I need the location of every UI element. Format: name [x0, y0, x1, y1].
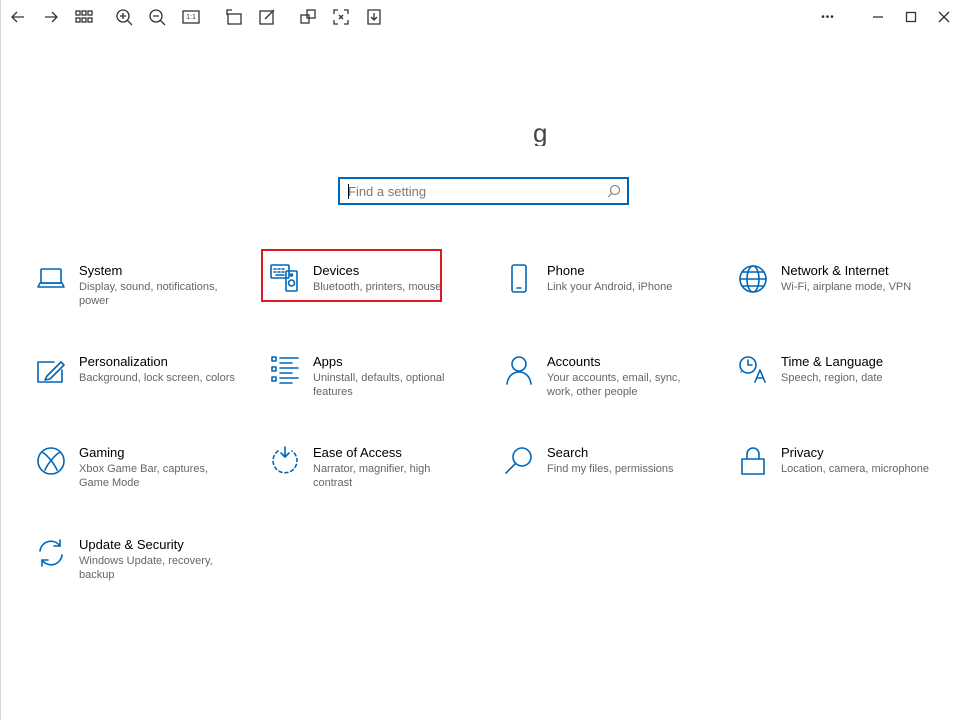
- maximize-icon: [905, 11, 917, 23]
- grid-view-button[interactable]: [71, 4, 97, 30]
- tile-description: Windows Update, recovery, backup: [79, 555, 213, 581]
- settings-window: 1:1 ••• g Find a setting System Display,…: [0, 0, 959, 720]
- tile-description: Uninstall, defaults, optional features: [313, 372, 445, 398]
- tile-title: Ease of Access: [313, 445, 402, 460]
- tile-title: Accounts: [547, 354, 601, 369]
- tile-description: Xbox Game Bar, captures, Game Mode: [79, 463, 209, 489]
- tile-description: Background, lock screen, colors: [79, 372, 235, 384]
- xbox-icon: [35, 445, 67, 477]
- download-icon: [367, 9, 381, 25]
- search-icon: [503, 445, 535, 477]
- tile-description: Speech, region, date: [781, 372, 883, 384]
- tile-description: Location, camera, microphone: [781, 463, 929, 475]
- crop-button[interactable]: [328, 4, 354, 30]
- tile-update-security[interactable]: Update & Security Windows Update, recove…: [35, 537, 235, 597]
- tile-description: Your accounts, email, sync, work, other …: [547, 372, 681, 398]
- person-icon: [503, 354, 535, 386]
- tile-ease-of-access[interactable]: Ease of Access Narrator, magnifier, high…: [269, 445, 469, 505]
- page-title: g: [533, 124, 548, 146]
- tile-system[interactable]: System Display, sound, notifications, po…: [35, 263, 235, 323]
- tile-description: Bluetooth, printers, mouse: [313, 281, 442, 293]
- more-options-button[interactable]: •••: [815, 4, 841, 30]
- edit-icon: [259, 9, 275, 25]
- tile-title: Phone: [547, 263, 585, 278]
- tile-devices[interactable]: Devices Bluetooth, printers, mouse: [269, 263, 469, 323]
- actual-size-label: 1:1: [186, 13, 196, 21]
- tile-phone[interactable]: Phone Link your Android, iPhone: [503, 263, 703, 323]
- tile-title: Update & Security: [79, 537, 184, 552]
- tile-description: Link your Android, iPhone: [547, 281, 673, 293]
- lock-icon: [737, 445, 769, 477]
- actual-size-button[interactable]: 1:1: [178, 4, 204, 30]
- globe-icon: [737, 263, 769, 295]
- search-input[interactable]: [348, 182, 598, 200]
- tile-description: Narrator, magnifier, high contrast: [313, 463, 431, 489]
- ease-of-access-icon: [269, 445, 301, 477]
- tile-title: Time & Language: [781, 354, 884, 369]
- tile-title: Personalization: [79, 354, 168, 369]
- minimize-icon: [873, 16, 883, 18]
- grid-view-icon: [75, 10, 93, 23]
- tile-gaming[interactable]: Gaming Xbox Game Bar, captures, Game Mod…: [35, 445, 235, 505]
- zoom-out-button[interactable]: [144, 4, 170, 30]
- laptop-icon: [35, 263, 67, 295]
- tile-description: Display, sound, notifications, power: [79, 281, 218, 307]
- refresh-icon: [35, 537, 67, 569]
- tile-title: Network & Internet: [781, 263, 889, 278]
- minimize-button[interactable]: [865, 4, 891, 30]
- apps-list-icon: [269, 354, 301, 386]
- tile-privacy[interactable]: Privacy Location, camera, microphone: [737, 445, 937, 505]
- tile-title: Apps: [313, 354, 343, 369]
- back-icon: [11, 11, 24, 23]
- back-button[interactable]: [5, 4, 31, 30]
- phone-icon: [503, 263, 535, 295]
- zoom-in-icon: [116, 9, 133, 26]
- rotate-button[interactable]: [221, 4, 247, 30]
- tile-accounts[interactable]: Accounts Your accounts, email, sync, wor…: [503, 354, 703, 414]
- more-options-icon: •••: [821, 11, 835, 23]
- close-icon: [938, 11, 950, 23]
- forward-button[interactable]: [38, 4, 64, 30]
- viewer-toolbar: 1:1 •••: [1, 0, 959, 34]
- tile-title: Search: [547, 445, 589, 460]
- close-button[interactable]: [931, 4, 957, 30]
- crop-icon: [333, 9, 349, 25]
- time-language-icon: [737, 354, 769, 386]
- extract-icon: [300, 9, 316, 24]
- rotate-icon: [226, 9, 242, 25]
- edit-button[interactable]: [254, 4, 280, 30]
- search-icon[interactable]: [607, 184, 621, 198]
- download-button[interactable]: [361, 4, 387, 30]
- forward-icon: [45, 11, 58, 23]
- tile-title: Privacy: [781, 445, 824, 460]
- tile-title: Devices: [313, 263, 360, 278]
- search-box[interactable]: [338, 177, 629, 205]
- extract-button[interactable]: [295, 4, 321, 30]
- tile-apps[interactable]: Apps Uninstall, defaults, optional featu…: [269, 354, 469, 414]
- tile-personalization[interactable]: Personalization Background, lock screen,…: [35, 354, 235, 414]
- tile-search[interactable]: Search Find my files, permissions: [503, 445, 703, 505]
- paint-icon: [35, 354, 67, 386]
- zoom-in-button[interactable]: [111, 4, 137, 30]
- zoom-out-icon: [149, 9, 166, 26]
- devices-icon: [269, 263, 301, 295]
- tile-time-language[interactable]: Time & Language Speech, region, date: [737, 354, 937, 414]
- maximize-button[interactable]: [898, 4, 924, 30]
- tile-description: Find my files, permissions: [547, 463, 674, 475]
- tile-description: Wi-Fi, airplane mode, VPN: [781, 281, 912, 293]
- tile-network[interactable]: Network & Internet Wi-Fi, airplane mode,…: [737, 263, 937, 323]
- tile-title: System: [79, 263, 123, 278]
- tile-title: Gaming: [79, 445, 125, 460]
